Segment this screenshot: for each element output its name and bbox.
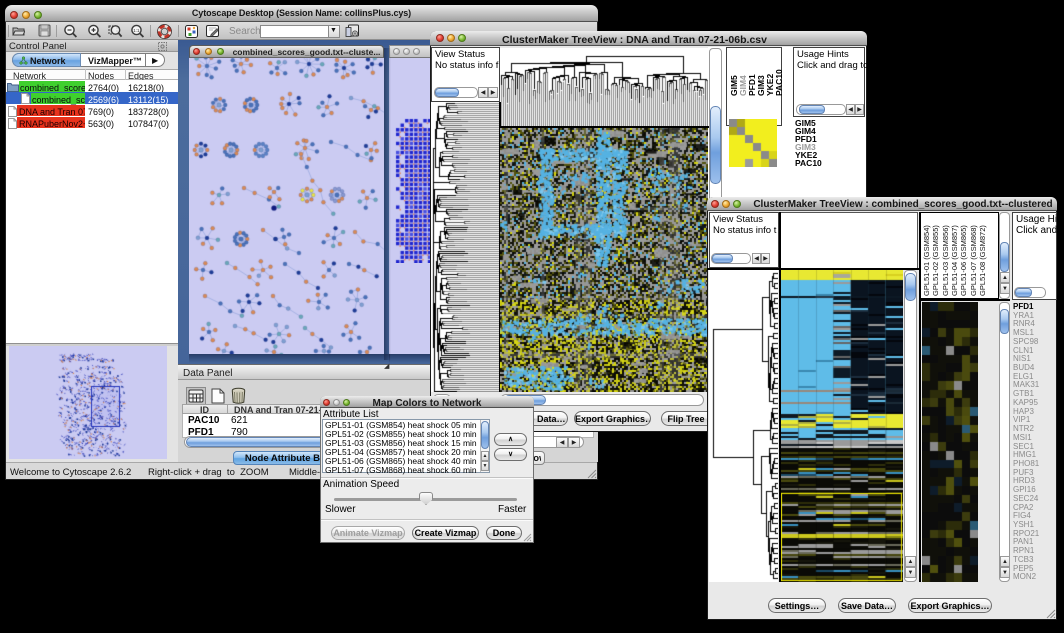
svg-text:1:1: 1:1 (133, 28, 140, 33)
